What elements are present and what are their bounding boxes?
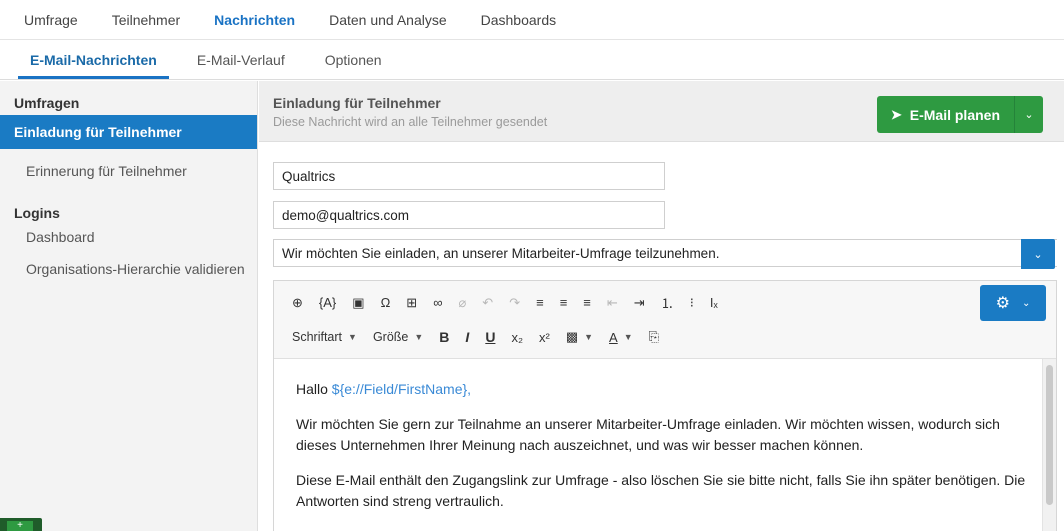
sidebar-item-reminder[interactable]: Erinnerung für Teilnehmer [0, 155, 257, 187]
numbered-list-icon[interactable]: ⒈ [661, 293, 674, 312]
clear-format-icon[interactable]: Iₓ [710, 295, 718, 310]
top-nav: Umfrage Teilnehmer Nachrichten Daten und… [0, 0, 1064, 40]
tab-umfrage[interactable]: Umfrage [24, 12, 78, 28]
align-center-icon[interactable]: ≡ [560, 295, 568, 310]
source-code-button[interactable]: ⎘ [649, 329, 659, 345]
schedule-button-group: ➤ E-Mail planen ⌄ [876, 96, 1043, 133]
caret-down-icon: ▼ [584, 332, 594, 342]
caret-down-icon: ▼ [414, 332, 424, 342]
rich-text-editor: ⊕ {A} ▣ Ω ⊞ ∞ ⌀ ↶ ↷ ≡ ≡ ≡ ⇤ ⇥ ⒈ ⁝ Iₓ Schriftart ▼ Größe … [273, 280, 1057, 531]
sidebar-item-org-hierarchy[interactable]: Organisations-Hierarchie validieren [0, 253, 257, 285]
editor-content[interactable]: Hallo ${e://Field/FirstName}, Wir möchte… [274, 359, 1056, 531]
font-family-dropdown[interactable]: Schriftart ▼ [292, 330, 357, 344]
align-right-icon[interactable]: ≡ [583, 295, 591, 310]
corner-help-button[interactable]: + [0, 518, 42, 531]
table-icon[interactable]: ⊞ [406, 295, 417, 311]
text-color-icon: A [609, 329, 618, 345]
italic-button[interactable]: I [465, 329, 469, 345]
schedule-email-label: E-Mail planen [909, 106, 1000, 123]
sidebar-item-invite[interactable]: Einladung für Teilnehmer [0, 115, 257, 149]
superscript-button[interactable]: x² [539, 330, 550, 345]
sidebar-item-dashboard[interactable]: Dashboard [0, 221, 257, 253]
subscript-button[interactable]: x₂ [511, 330, 523, 345]
toolbar-row-1: ⊕ {A} ▣ Ω ⊞ ∞ ⌀ ↶ ↷ ≡ ≡ ≡ ⇤ ⇥ ⒈ ⁝ Iₓ [292, 293, 734, 312]
globe-icon[interactable]: ⊕ [292, 295, 303, 311]
subtab-optionen[interactable]: Optionen [325, 40, 382, 79]
message-title: Einladung für Teilnehmer [273, 95, 441, 111]
greeting-line: Hallo ${e://Field/FirstName}, [296, 379, 1038, 400]
editor-settings-button[interactable]: ⚙ ⌄ [980, 285, 1046, 321]
message-header: Einladung für Teilnehmer Diese Nachricht… [259, 81, 1064, 142]
font-size-label: Größe [372, 330, 409, 344]
image-icon[interactable]: ▣ [352, 295, 364, 311]
caret-down-icon: ▼ [623, 332, 633, 342]
caret-down-icon: ▼ [348, 332, 357, 342]
toolbar-row-2: Schriftart ▼ Größe ▼ B I U x₂ x² ▩ ▼ A ▼… [292, 329, 675, 345]
text-color-button[interactable]: A ▼ [609, 330, 633, 345]
editor-toolbar: ⊕ {A} ▣ Ω ⊞ ∞ ⌀ ↶ ↷ ≡ ≡ ≡ ⇤ ⇥ ⒈ ⁝ Iₓ Schriftart ▼ Größe … [274, 281, 1056, 359]
sidebar-section-surveys: Umfragen [14, 95, 80, 111]
background-color-icon: ▩ [565, 329, 579, 344]
greeting-text: Hallo [296, 381, 332, 397]
background-color-button[interactable]: ▩ ▼ [566, 329, 593, 345]
tab-nachrichten[interactable]: Nachrichten [214, 12, 295, 28]
chevron-down-icon: ⌄ [1033, 248, 1043, 261]
omega-icon[interactable]: Ω [381, 295, 391, 310]
message-subtitle: Diese Nachricht wird an alle Teilnehmer … [273, 115, 548, 129]
tab-daten-und-analyse[interactable]: Daten und Analyse [329, 12, 447, 28]
body-paragraph-2: Diese E-Mail enthält den Zugangslink zur… [296, 472, 1026, 509]
outdent-icon[interactable]: ⇤ [607, 295, 618, 311]
from-email-field[interactable]: demo@qualtrics.com [273, 201, 665, 229]
editor-scrollbar[interactable] [1042, 359, 1056, 531]
tab-teilnehmer[interactable]: Teilnehmer [112, 12, 180, 28]
piped-text-field: ${e://Field/FirstName}, [331, 381, 472, 397]
indent-icon[interactable]: ⇥ [634, 295, 645, 311]
scrollbar-thumb[interactable] [1046, 365, 1053, 505]
chevron-down-icon: ⌄ [1021, 297, 1031, 309]
undo-icon[interactable]: ↶ [482, 295, 493, 311]
schedule-dropdown-button[interactable]: ⌄ [1015, 96, 1043, 133]
sidebar-section-logins: Logins [14, 205, 60, 221]
plus-icon: + [7, 521, 33, 531]
from-name-field[interactable]: Qualtrics [273, 162, 665, 190]
main-panel: Einladung für Teilnehmer Diese Nachricht… [259, 81, 1064, 531]
schedule-email-button[interactable]: ➤ E-Mail planen [876, 96, 1015, 133]
tab-dashboards[interactable]: Dashboards [481, 12, 557, 28]
redo-icon[interactable]: ↷ [509, 295, 520, 311]
font-size-dropdown[interactable]: Größe ▼ [373, 330, 423, 344]
subtab-email-nachrichten[interactable]: E-Mail-Nachrichten [18, 40, 169, 79]
piped-text-icon[interactable]: {A} [319, 295, 336, 310]
unlink-icon[interactable]: ⌀ [458, 295, 466, 311]
bullet-list-icon[interactable]: ⁝ [690, 295, 694, 311]
link-icon[interactable]: ∞ [433, 295, 442, 310]
align-left-icon[interactable]: ≡ [536, 295, 544, 310]
subject-dropdown-button[interactable]: ⌄ [1021, 239, 1055, 269]
paper-plane-icon: ➤ [890, 106, 902, 122]
gear-icon: ⚙ [995, 295, 1010, 312]
body-paragraph-1: Wir möchten Sie gern zur Teilnahme an un… [296, 416, 1000, 453]
font-family-label: Schriftart [292, 330, 343, 344]
subject-field[interactable]: Wir möchten Sie einladen, an unserer Mit… [273, 239, 1057, 267]
chevron-down-icon: ⌄ [1024, 109, 1034, 121]
sidebar: Umfragen Einladung für Teilnehmer Erinne… [0, 81, 258, 531]
bold-button[interactable]: B [439, 329, 449, 345]
sub-nav: E-Mail-Nachrichten E-Mail-Verlauf Option… [0, 40, 1064, 80]
underline-button[interactable]: U [485, 329, 495, 345]
subtab-email-verlauf[interactable]: E-Mail-Verlauf [197, 40, 285, 79]
